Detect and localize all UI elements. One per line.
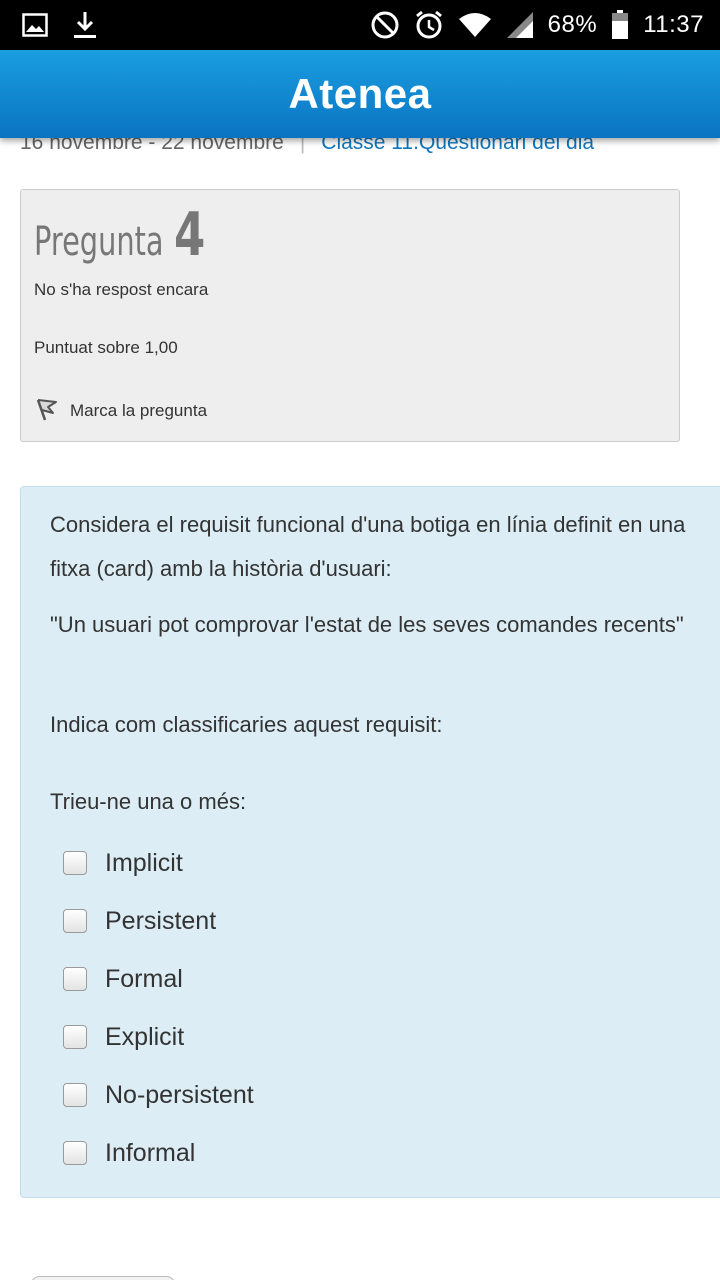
question-box: Considera el requisit funcional d'una bo… [20,486,720,1198]
wifi-icon [458,12,492,38]
checkbox[interactable] [63,1083,87,1107]
app-bar: Atenea [0,50,720,138]
checkbox[interactable] [63,1025,87,1049]
option-persistent[interactable]: Persistent [63,892,254,950]
question-number: 4 [174,200,206,270]
question-grade: Puntuat sobre 1,00 [34,338,178,357]
image-icon [22,13,48,37]
checkbox[interactable] [63,909,87,933]
clock: 11:37 [643,11,704,38]
answer-prompt: Trieu-ne una o més: [50,789,247,814]
question-title: Pregunta 4 [34,200,216,270]
alarm-icon [414,10,444,40]
question-text-instruction: Indica com classificaries aquest requisi… [50,712,443,737]
app-title: Atenea [288,70,432,117]
question-state: No s'ha respost encara [34,280,209,299]
option-formal[interactable]: Formal [63,950,254,1008]
question-word: Pregunta [34,219,164,265]
option-label: Persistent [105,906,217,935]
battery-percentage: 68% [547,11,598,38]
question-text-story: "Un usuari pot comprovar l'estat de les … [50,612,684,637]
flag-icon [34,394,60,427]
answer-options: Implicit Persistent Formal Explicit No-p… [63,834,254,1182]
next-page-button[interactable] [30,1276,176,1280]
do-not-disturb-icon [370,10,400,40]
download-icon [72,10,98,40]
flag-question-label: Marca la pregunta [70,400,208,420]
status-bar: 68% 11:37 [0,0,720,50]
question-text-intro: Considera el requisit funcional d'una bo… [50,512,686,581]
option-informal[interactable]: Informal [63,1124,254,1182]
option-label: Implicit [105,848,183,877]
flag-question-button[interactable]: Marca la pregunta [34,394,207,427]
option-label: Formal [105,964,183,993]
option-label: No-persistent [105,1080,254,1109]
checkbox[interactable] [63,1141,87,1165]
checkbox[interactable] [63,851,87,875]
option-explicit[interactable]: Explicit [63,1008,254,1066]
option-no-persistent[interactable]: No-persistent [63,1066,254,1124]
option-implicit[interactable]: Implicit [63,834,254,892]
battery-icon [611,10,629,40]
checkbox[interactable] [63,967,87,991]
option-label: Informal [105,1138,196,1167]
question-info-box: Pregunta 4 No s'ha respost encara Puntua… [20,189,680,442]
signal-icon [506,11,534,39]
option-label: Explicit [105,1022,185,1051]
